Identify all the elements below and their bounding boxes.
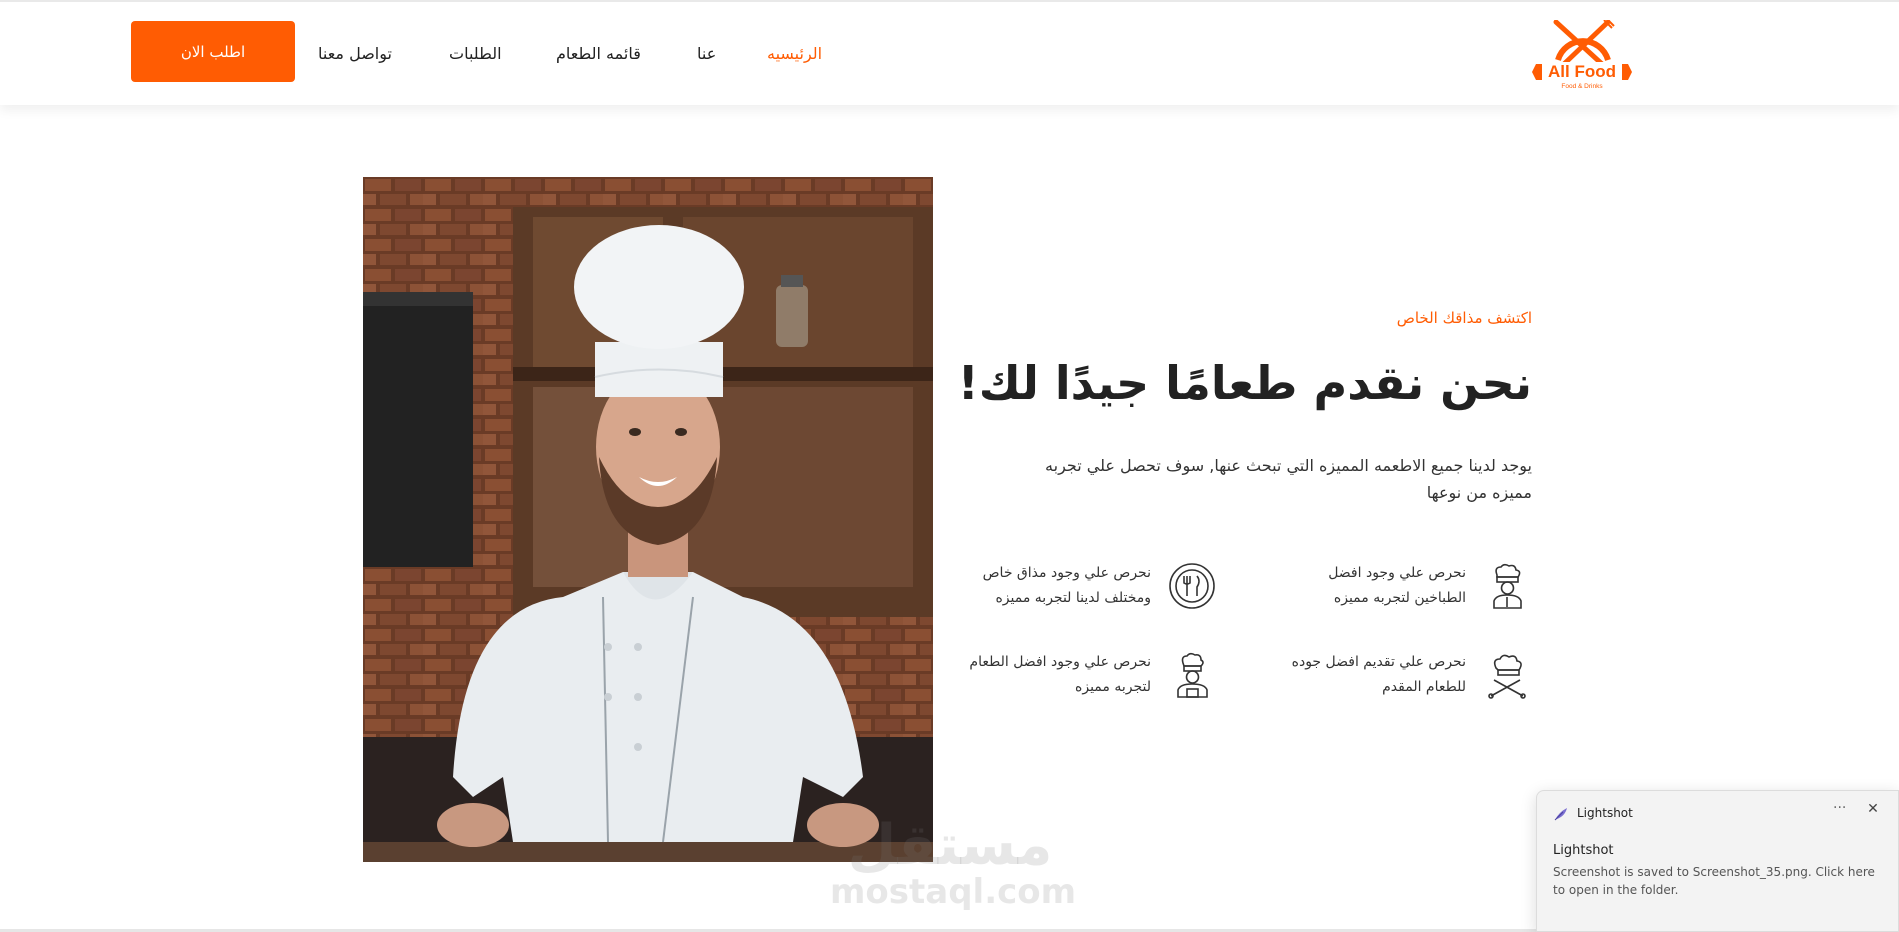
feature-text: نحرص علي وجود افضل الطباخين لتجربه مميزه: [1328, 565, 1466, 606]
feature-best-food: نحرص علي وجود افضل الطعام لتجربه مميزه: [897, 650, 1217, 702]
chef-illustration: [363, 177, 933, 862]
nav-item-orders[interactable]: الطلبات: [449, 44, 502, 64]
notification-title: Lightshot: [1553, 843, 1614, 858]
nav-item-menu[interactable]: قائمه الطعام: [556, 44, 641, 64]
close-icon[interactable]: ✕: [1863, 799, 1883, 819]
feature-text: نحرص علي تقديم افضل جوده للطعام المقدم: [1291, 654, 1466, 695]
feature-best-chefs: نحرص علي وجود افضل الطباخين لتجربه مميزه: [1202, 561, 1532, 613]
feather-icon: [1553, 806, 1569, 822]
page: اطلب الان تواصل معنا الطلبات قائمه الطعا…: [0, 0, 1899, 932]
hero-headline: نحن نقدم طعامًا جيدًا لك!: [957, 356, 1532, 410]
site-logo[interactable]: All Food Food & Drinks: [1528, 19, 1636, 90]
lightshot-notification[interactable]: Lightshot ··· ✕ Lightshot Screenshot is …: [1536, 790, 1899, 932]
logo-mark: All Food Food & Drinks: [1532, 19, 1632, 90]
watermark: مستقل mostaql.com: [830, 813, 1077, 912]
nav-item-about[interactable]: عنا: [697, 44, 716, 64]
svg-text:Food & Drinks: Food & Drinks: [1561, 83, 1603, 90]
watermark-arabic: مستقل: [847, 813, 1053, 878]
feature-special-taste: نحرص علي وجود مذاق خاص ومختلف لدينا لتجر…: [897, 561, 1217, 613]
feature-best-quality: نحرص علي تقديم افضل جوده للطعام المقدم: [1202, 650, 1532, 702]
svg-text:All Food: All Food: [1548, 62, 1616, 81]
cook-icon: [1167, 650, 1217, 700]
plate-utensils-icon: [1167, 561, 1217, 611]
site-header: اطلب الان تواصل معنا الطلبات قائمه الطعا…: [0, 0, 1899, 105]
hero-chef-image: [363, 177, 933, 862]
hero-eyebrow: اكتشف مذاقك الخاص: [1396, 309, 1532, 327]
watermark-latin: mostaql.com: [830, 872, 1077, 912]
nav-item-home[interactable]: الرئيسيه: [767, 44, 822, 64]
notification-body[interactable]: Screenshot is saved to Screenshot_35.png…: [1553, 863, 1888, 899]
hero-description: يوجد لدينا جميع الاطعمه المميزه التي تبح…: [1045, 456, 1532, 502]
feature-text: نحرص علي وجود افضل الطعام لتجربه مميزه: [969, 654, 1151, 695]
chef-hat-utensils-icon: [1482, 650, 1532, 700]
feature-text: نحرص علي وجود مذاق خاص ومختلف لدينا لتجر…: [982, 565, 1151, 606]
nav-item-contact[interactable]: تواصل معنا: [318, 44, 392, 64]
more-options-icon[interactable]: ···: [1833, 800, 1846, 816]
chef-icon: [1482, 561, 1532, 611]
notification-app-name: Lightshot: [1577, 806, 1633, 820]
